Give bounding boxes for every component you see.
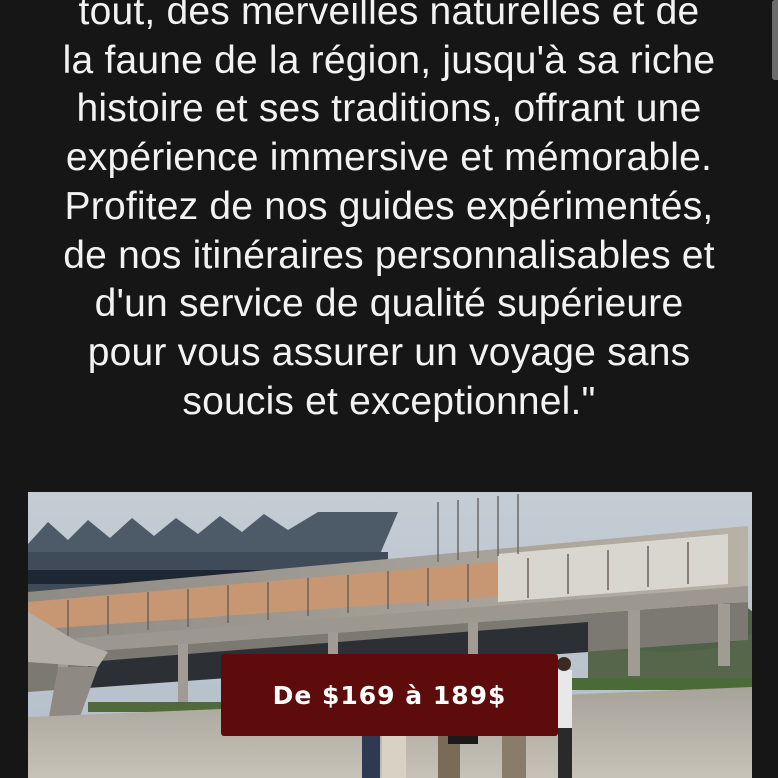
post-view: tout, des merveilles naturelles et de la… — [0, 0, 778, 778]
price-badge[interactable]: De $169 à 189$ — [221, 654, 558, 736]
description-line: pour vous assurer un voyage sans — [87, 330, 691, 374]
description-line: histoire et ses traditions, offrant une — [76, 87, 702, 131]
price-label: De $169 à 189$ — [272, 680, 507, 710]
description-line: de nos itinéraires personnalisables et — [63, 233, 715, 277]
description-line: expérience immersive et mémorable. — [65, 136, 713, 180]
description-line: soucis et exceptionnel." — [182, 379, 596, 423]
description-line: tout, des merveilles naturelles et de — [78, 0, 700, 33]
description-line: Profitez de nos guides expérimentés, — [64, 184, 714, 228]
description-line: d'un service de qualité supérieure — [94, 282, 684, 326]
tour-description: tout, des merveilles naturelles et de la… — [0, 0, 778, 426]
description-line: la faune de la région, jusqu'à sa riche — [62, 38, 716, 82]
scrollbar-thumb[interactable] — [772, 0, 778, 80]
